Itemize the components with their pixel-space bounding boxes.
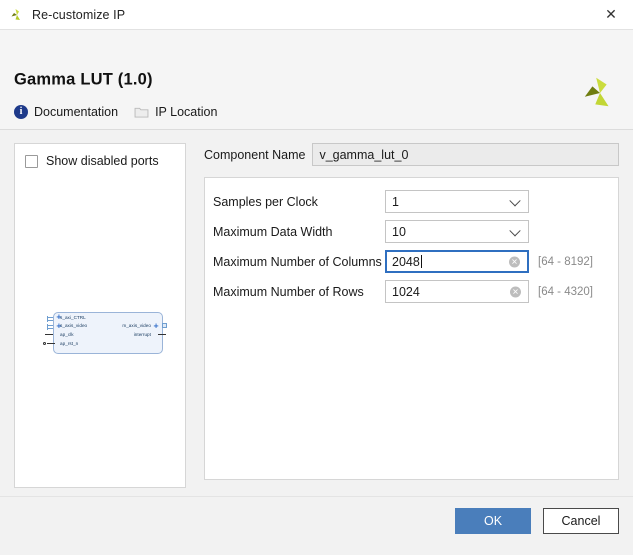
maximum-data-width-label: Maximum Data Width [213,225,385,239]
checkbox-box[interactable] [25,155,38,168]
dialog-body: Show disabled ports + s_axi_CTRL + s_axi… [0,131,633,555]
text-caret [421,255,422,268]
ip-block-diagram: + s_axi_CTRL + s_axis_video ap_clk ap_rs… [35,310,173,358]
port-label-interrupt: interrupt [134,332,151,337]
port-label-ap-rst-n: ap_rst_n [60,341,78,346]
maximum-number-of-rows-value: 1024 [392,285,420,299]
xilinx-logo-icon [9,7,25,23]
maximum-number-of-columns-value: 2048 [392,255,420,269]
component-name-row: Component Name v_gamma_lut_0 [204,143,619,166]
field-samples-per-clock: Samples per Clock 1 [213,190,604,213]
expand-icon-m-axis-video[interactable]: + [153,323,159,330]
ip-symbol-panel: Show disabled ports + s_axi_CTRL + s_axi… [14,143,186,488]
window-titlebar: Re-customize IP ✕ [0,0,633,30]
port-label-s-axis-video: s_axis_video [60,323,87,328]
port-label-s-axi-ctrl: s_axi_CTRL [60,315,86,320]
header-links: i Documentation IP Location [14,105,217,119]
window-title: Re-customize IP [32,8,125,22]
bus-stub-s-axi-ctrl [47,316,53,322]
field-maximum-number-of-columns: Maximum Number of Columns 2048 ✕ [64 - 8… [213,250,604,273]
bus-stub-s-axis-video [47,324,53,330]
samples-per-clock-value: 1 [392,195,399,209]
ok-button[interactable]: OK [455,508,531,534]
documentation-link[interactable]: i Documentation [14,105,118,119]
folder-icon [134,106,149,118]
maximum-number-of-columns-input[interactable]: 2048 ✕ [385,250,529,273]
ip-header: Gamma LUT (1.0) i Documentation IP Locat… [0,30,633,130]
pin-circle-ap-rst-n [43,342,46,345]
info-icon: i [14,105,28,119]
ip-location-link[interactable]: IP Location [134,105,217,119]
component-name-input[interactable]: v_gamma_lut_0 [312,143,619,166]
chevron-down-icon [509,225,520,236]
pin-line-ap-clk [45,334,53,335]
field-maximum-number-of-rows: Maximum Number of Rows 1024 ✕ [64 - 4320… [213,280,604,303]
maximum-number-of-rows-label: Maximum Number of Rows [213,285,385,299]
chevron-down-icon [509,195,520,206]
component-name-label: Component Name [204,148,305,162]
samples-per-clock-label: Samples per Clock [213,195,385,209]
page-title: Gamma LUT (1.0) [14,71,153,90]
ip-parameters-group: Samples per Clock 1 Maximum Data Width 1… [204,177,619,480]
xilinx-brand-logo-icon [581,74,619,112]
samples-per-clock-select[interactable]: 1 [385,190,529,213]
maximum-number-of-columns-label: Maximum Number of Columns [213,255,385,269]
port-label-m-axis-video: m_axis_video [122,323,151,328]
maximum-number-of-columns-range: [64 - 8192] [538,256,593,268]
maximum-data-width-value: 10 [392,225,406,239]
pin-line-interrupt [158,334,166,335]
maximum-number-of-rows-input[interactable]: 1024 ✕ [385,280,529,303]
ip-location-link-label: IP Location [155,105,217,119]
pin-line-ap-rst-n [47,343,55,344]
footer-button-row: OK Cancel [455,508,619,534]
bus-stub-m-axis-video [162,323,167,328]
show-disabled-ports-label: Show disabled ports [46,154,159,168]
port-label-ap-clk: ap_clk [60,332,74,337]
field-maximum-data-width: Maximum Data Width 10 [213,220,604,243]
close-icon[interactable]: ✕ [589,0,633,29]
documentation-link-label: Documentation [34,105,118,119]
show-disabled-ports-checkbox[interactable]: Show disabled ports [15,144,185,168]
maximum-data-width-select[interactable]: 10 [385,220,529,243]
config-column: Component Name v_gamma_lut_0 Samples per… [204,143,619,480]
clear-icon[interactable]: ✕ [509,256,520,267]
maximum-number-of-rows-range: [64 - 4320] [538,286,593,298]
dialog-footer: OK Cancel [0,496,633,555]
cancel-button[interactable]: Cancel [543,508,619,534]
clear-icon[interactable]: ✕ [510,286,521,297]
